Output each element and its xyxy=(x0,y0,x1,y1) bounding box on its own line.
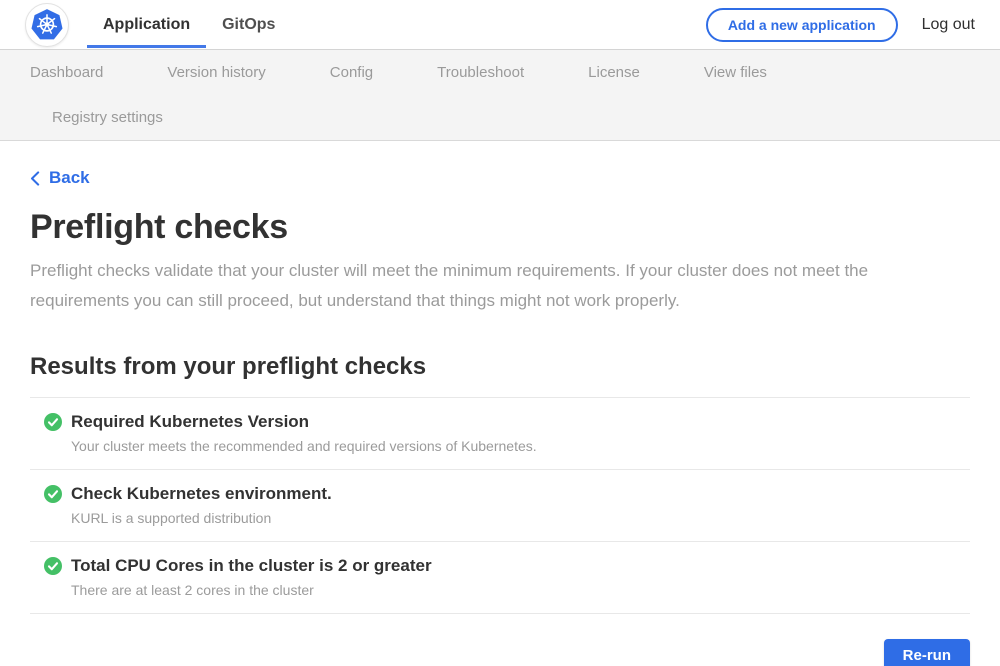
check-pass-icon xyxy=(44,485,62,503)
preflight-check-list: Required Kubernetes Version Your cluster… xyxy=(30,397,970,614)
tab-application-label: Application xyxy=(103,16,190,34)
subnav-row-1: Dashboard Version history Config Trouble… xyxy=(0,50,1000,95)
check-detail: KURL is a supported distribution xyxy=(71,510,332,526)
check-title: Check Kubernetes environment. xyxy=(71,483,332,504)
subnav-item-version-history[interactable]: Version history xyxy=(167,64,265,81)
check-detail: There are at least 2 cores in the cluste… xyxy=(71,582,432,598)
check-pass-icon xyxy=(44,557,62,575)
results-heading: Results from your preflight checks xyxy=(30,353,970,381)
tab-application[interactable]: Application xyxy=(87,0,206,49)
check-detail: Your cluster meets the recommended and r… xyxy=(71,438,537,454)
chevron-left-icon xyxy=(30,171,40,186)
back-link-label: Back xyxy=(49,168,90,188)
tab-gitops[interactable]: GitOps xyxy=(206,0,291,49)
subnav-item-troubleshoot[interactable]: Troubleshoot xyxy=(437,64,524,81)
subnav-row-2: Registry settings xyxy=(0,95,1000,140)
top-header: Application GitOps Add a new application… xyxy=(0,0,1000,50)
tab-gitops-label: GitOps xyxy=(222,16,275,34)
subnav-item-view-files[interactable]: View files xyxy=(704,64,767,81)
footer-actions: Re-run xyxy=(30,639,970,666)
check-title: Required Kubernetes Version xyxy=(71,411,537,432)
check-text: Check Kubernetes environment. KURL is a … xyxy=(71,483,332,526)
check-item-kubernetes-version: Required Kubernetes Version Your cluster… xyxy=(30,397,970,469)
check-text: Required Kubernetes Version Your cluster… xyxy=(71,411,537,454)
check-text: Total CPU Cores in the cluster is 2 or g… xyxy=(71,555,432,598)
header-tabs: Application GitOps xyxy=(87,0,291,49)
preflight-description: Preflight checks validate that your clus… xyxy=(30,256,955,316)
check-title: Total CPU Cores in the cluster is 2 or g… xyxy=(71,555,432,576)
check-item-cpu-cores: Total CPU Cores in the cluster is 2 or g… xyxy=(30,541,970,613)
header-right: Add a new application Log out xyxy=(706,0,1000,49)
check-pass-icon xyxy=(44,413,62,431)
subnav-item-config[interactable]: Config xyxy=(330,64,373,81)
page-title: Preflight checks xyxy=(30,208,970,247)
subnav-item-license[interactable]: License xyxy=(588,64,640,81)
add-new-application-button[interactable]: Add a new application xyxy=(706,8,898,42)
preflight-page: Back Preflight checks Preflight checks v… xyxy=(0,141,1000,666)
check-item-kubernetes-environment: Check Kubernetes environment. KURL is a … xyxy=(30,469,970,541)
kubernetes-logo xyxy=(25,3,69,47)
app-subnav: Dashboard Version history Config Trouble… xyxy=(0,50,1000,141)
logout-link[interactable]: Log out xyxy=(922,16,975,34)
rerun-button[interactable]: Re-run xyxy=(884,639,970,666)
subnav-item-dashboard[interactable]: Dashboard xyxy=(30,64,103,81)
back-link[interactable]: Back xyxy=(30,168,90,188)
kubernetes-helm-icon xyxy=(30,8,64,42)
subnav-item-registry-settings[interactable]: Registry settings xyxy=(52,109,163,126)
